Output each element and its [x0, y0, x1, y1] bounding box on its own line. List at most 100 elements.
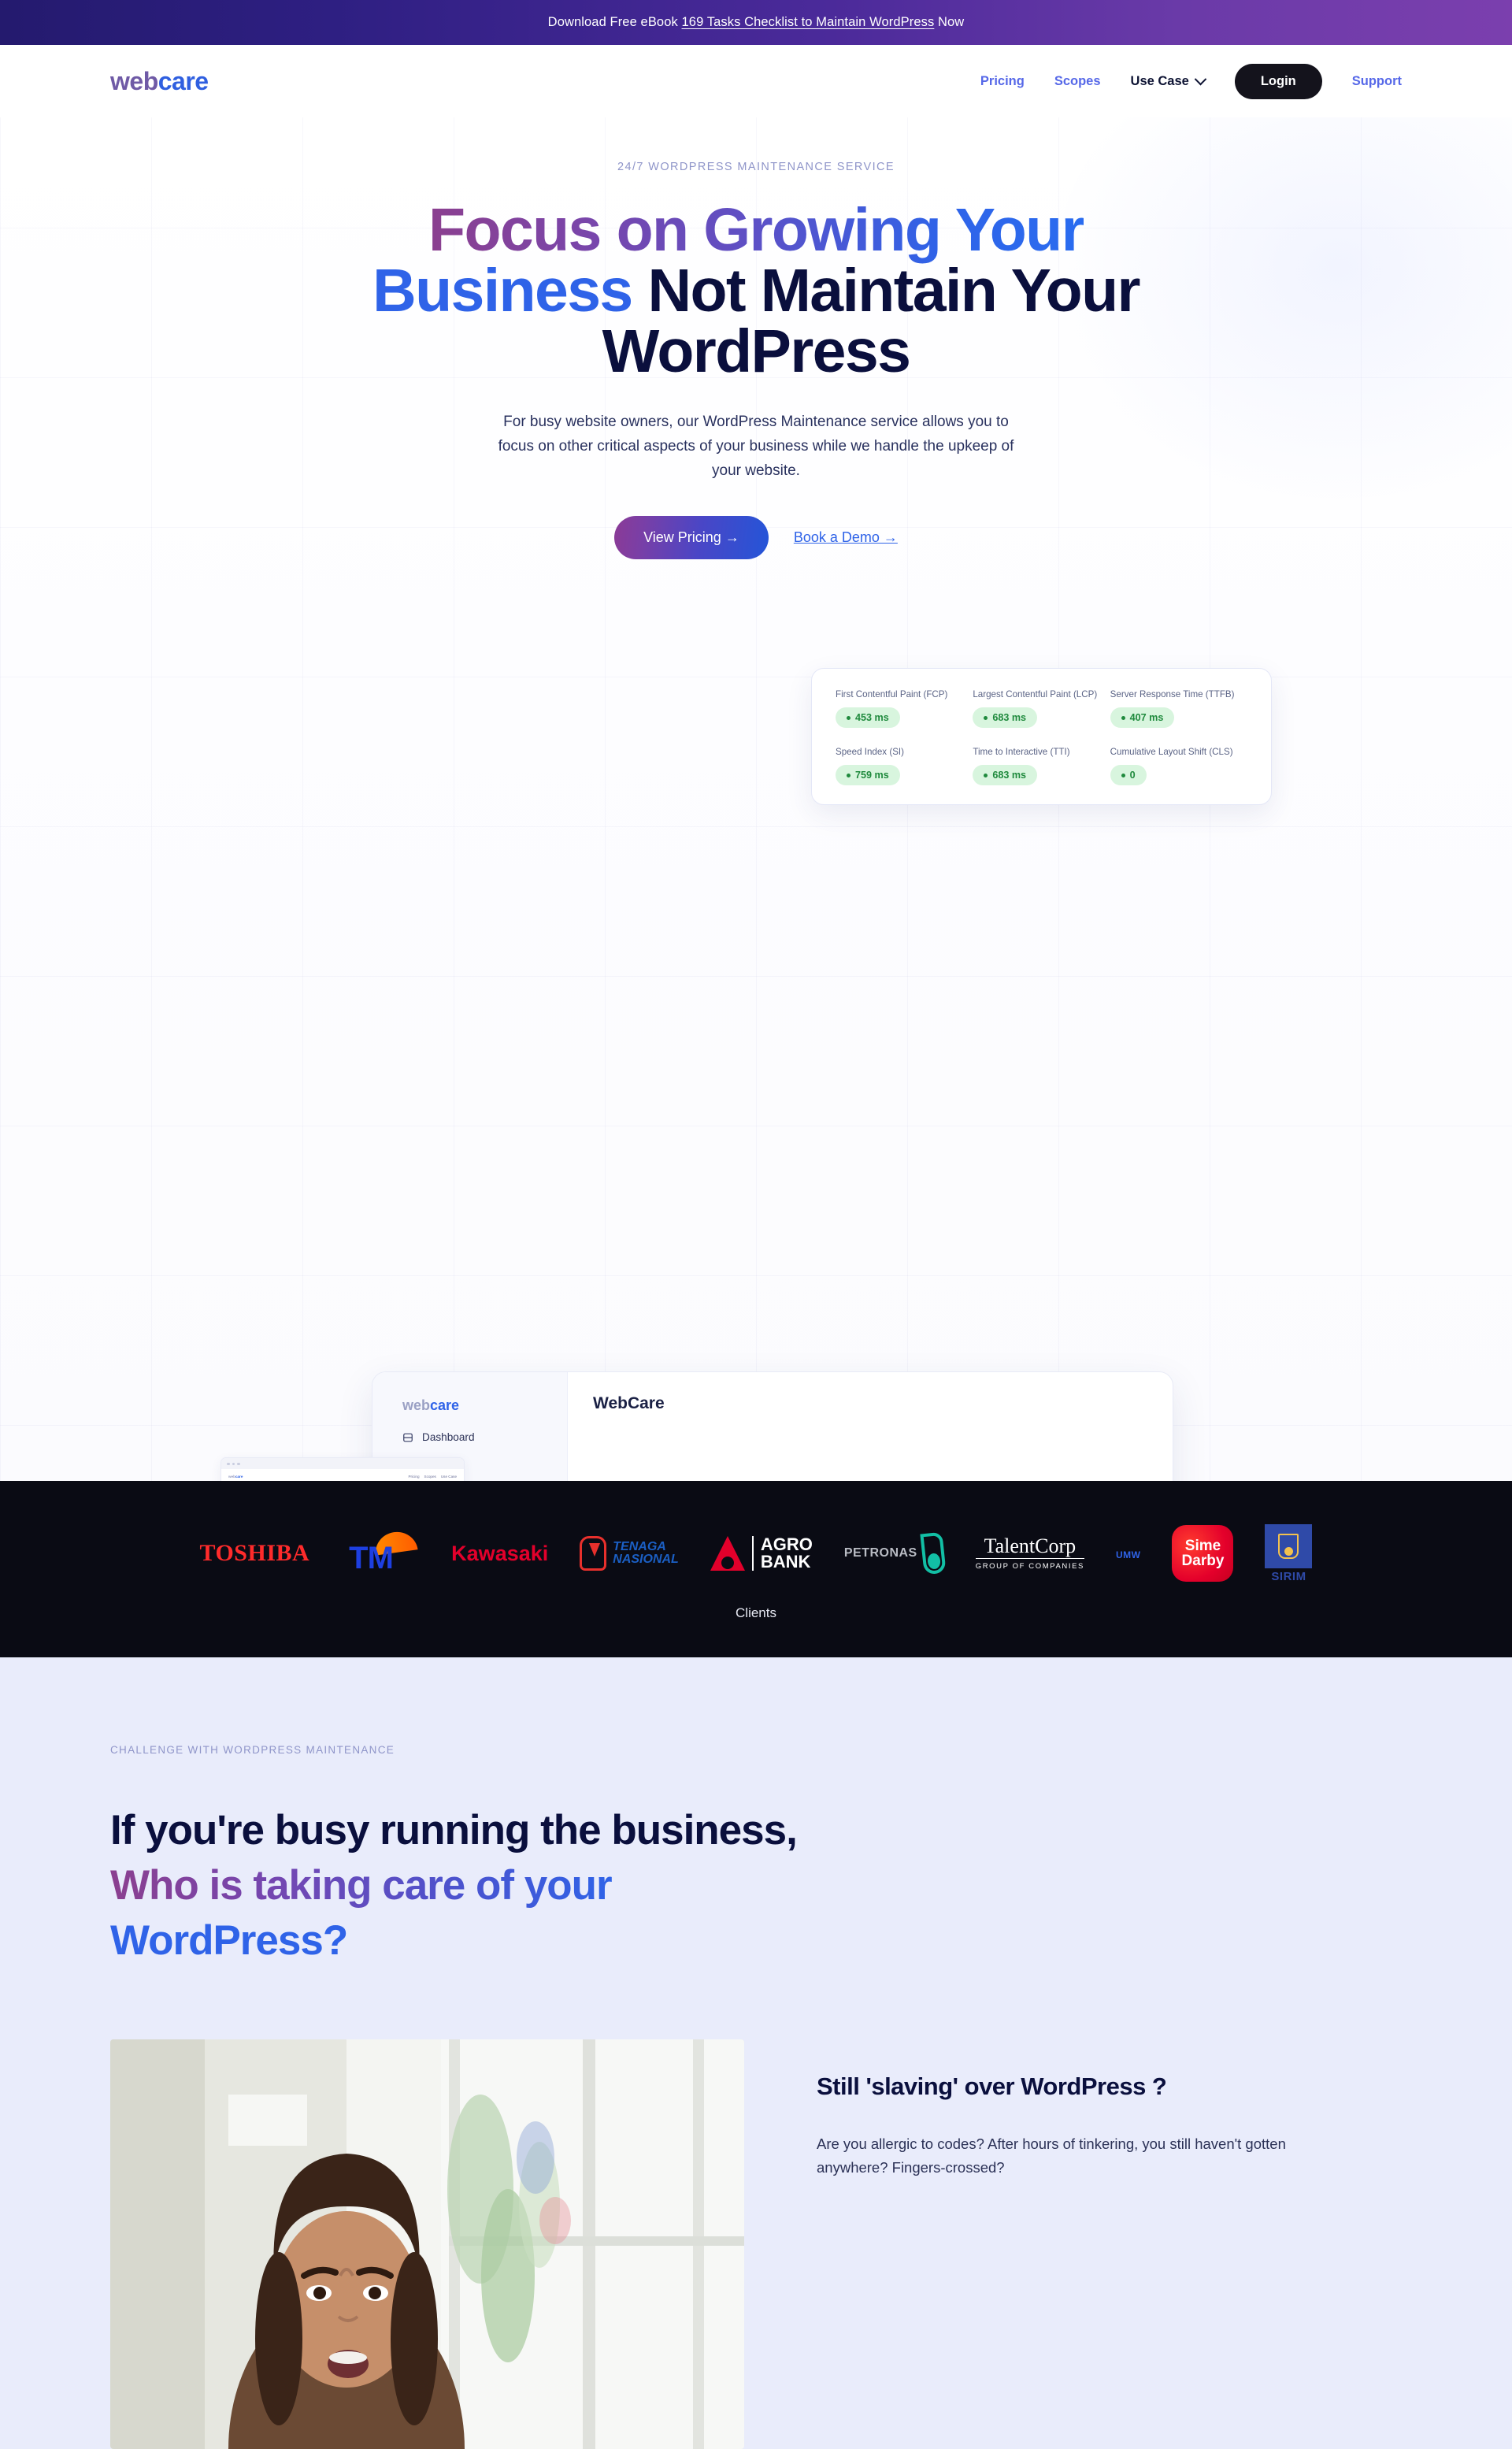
metric-value-pill: 407 ms — [1110, 707, 1175, 729]
client-logo-petronas: PETRONAS — [843, 1525, 947, 1582]
navbar-links: Pricing Scopes Use Case Login Support — [980, 63, 1402, 99]
webcare-app-window: webcare Dashboard Tasks Support Tickets — [372, 1371, 1173, 1482]
preview-titlebar — [221, 1458, 464, 1470]
client-logo-sime-darby: Sime Darby — [1172, 1525, 1234, 1583]
petronas-wordmark: PETRONAS — [843, 1546, 917, 1560]
preview-nav-item: Use Case — [440, 1475, 457, 1479]
photo-illustration — [110, 2039, 744, 2449]
challenge-section: CHALLENGE WITH WORDPRESS MAINTENANCE If … — [0, 1657, 1512, 2449]
status-dot-icon — [1121, 715, 1125, 720]
status-dot-icon — [847, 773, 850, 777]
preview-logo-web: web — [228, 1475, 235, 1479]
hero-subtitle: For busy website owners, our WordPress M… — [498, 414, 1014, 479]
status-dot-icon — [847, 715, 850, 720]
darby-line2: Darby — [1181, 1553, 1225, 1570]
metric-value-pill: 759 ms — [836, 765, 900, 786]
client-logo-tenaga-nasional: TENAGA NASIONAL — [580, 1525, 679, 1582]
tenaga-line2: NASIONAL — [613, 1553, 679, 1567]
login-button[interactable]: Login — [1234, 63, 1322, 99]
metric-item: Server Response Time (TTFB) 407 ms — [1110, 689, 1247, 729]
challenge-title: If you're busy running the business, Who… — [110, 1803, 1402, 1968]
challenge-paragraph: Are you allergic to codes? After hours o… — [817, 2135, 1286, 2176]
nav-item-scopes[interactable]: Scopes — [1054, 74, 1101, 89]
announcement-prefix: Download Free eBook — [547, 15, 682, 29]
metric-label: Largest Contentful Paint (LCP) — [973, 689, 1098, 700]
metric-value: 407 ms — [1129, 712, 1164, 724]
client-logo-agro-bank: AGRO BANK — [710, 1525, 813, 1582]
preview-navbar: webcare Pricing Scopes Use Case — [228, 1475, 457, 1479]
status-dot-icon — [984, 715, 988, 720]
window-dot-icon — [237, 1462, 240, 1466]
announcement-suffix: Now — [934, 15, 965, 29]
metrics-grid: First Contentful Paint (FCP) 453 ms Larg… — [836, 689, 1247, 786]
talentcorp-wordmark: TalentCorp — [975, 1536, 1084, 1560]
umw-wordmark: UMW — [1115, 1549, 1141, 1560]
challenge-eyebrow: CHALLENGE WITH WORDPRESS MAINTENANCE — [110, 1744, 395, 1757]
landing-page: Download Free eBook 169 Tasks Checklist … — [0, 0, 1512, 2449]
nav-item-support[interactable]: Support — [1352, 74, 1402, 89]
hero-eyebrow: 24/7 WORDPRESS MAINTENANCE SERVICE — [617, 161, 895, 173]
agro-line2: BANK — [760, 1552, 811, 1572]
metric-value: 759 ms — [855, 770, 889, 781]
talentcorp-tagline: GROUP OF COMPANIES — [975, 1562, 1084, 1571]
frustrated-woman-photo — [110, 2039, 744, 2449]
hero-title-line2-blue: Business — [372, 257, 633, 325]
challenge-header: CHALLENGE WITH WORDPRESS MAINTENANCE If … — [0, 1744, 1512, 1968]
hero-cta-row: View Pricing → Book a Demo → — [0, 516, 1512, 560]
dashboard-icon — [402, 1432, 413, 1443]
metric-item: Largest Contentful Paint (LCP) 683 ms — [973, 689, 1110, 729]
app-sidebar-logo: webcare — [402, 1397, 567, 1414]
challenge-text-column: Still 'slaving' over WordPress ? Are you… — [817, 2039, 1360, 2449]
status-dot-icon — [1121, 773, 1125, 777]
metric-value-pill: 683 ms — [973, 765, 1038, 786]
client-logo-talentcorp: TalentCorp GROUP OF COMPANIES — [975, 1525, 1084, 1582]
app-logo-web: web — [402, 1397, 431, 1414]
challenge-title-line3: WordPress? — [110, 1917, 348, 1965]
main-navbar: webcare Pricing Scopes Use Case Login Su… — [0, 45, 1512, 117]
nav-item-use-case-label: Use Case — [1130, 73, 1189, 88]
announcement-bar: Download Free eBook 169 Tasks Checklist … — [0, 0, 1512, 45]
hero-title: Focus on Growing Your Business Not Maint… — [0, 200, 1512, 382]
preview-nav-item: Pricing — [408, 1475, 420, 1479]
view-pricing-button[interactable]: View Pricing → — [614, 516, 769, 560]
clients-label: Clients — [736, 1605, 776, 1621]
nav-item-use-case[interactable]: Use Case — [1130, 72, 1207, 89]
preview-logo-care: care — [235, 1475, 243, 1479]
book-demo-link[interactable]: Book a Demo → — [794, 529, 898, 546]
metric-value: 0 — [1129, 770, 1136, 781]
challenge-title-line2: Who is taking care of your — [110, 1862, 613, 1909]
sirim-wordmark: SIRIM — [1271, 1569, 1306, 1583]
preview-body: webcare Pricing Scopes Use Case 24/7 WOR… — [221, 1469, 464, 1481]
window-dot-icon — [227, 1462, 230, 1466]
site-logo[interactable]: webcare — [110, 67, 209, 96]
logo-care-text: care — [158, 66, 209, 95]
metric-label: Time to Interactive (TTI) — [973, 747, 1070, 758]
hero-title-line3: WordPress — [602, 317, 911, 385]
hero-title-line2-dark: Not Maintain Your — [632, 257, 1140, 325]
lightbulb-icon — [580, 1536, 607, 1571]
client-logo-umw: UMW — [1116, 1525, 1141, 1582]
metric-label: Cumulative Layout Shift (CLS) — [1110, 747, 1233, 758]
client-logo-tm: TM — [341, 1525, 420, 1582]
client-logo-row: TOSHIBA TM Kawasaki TENAGA NASIONAL AGRO B… — [0, 1523, 1512, 1583]
hero-section: 24/7 WORDPRESS MAINTENANCE SERVICE Focus… — [0, 117, 1512, 1482]
hero-content: 24/7 WORDPRESS MAINTENANCE SERVICE Focus… — [0, 161, 1512, 560]
nav-item-pricing[interactable]: Pricing — [980, 74, 1025, 89]
metric-value-pill: 683 ms — [973, 707, 1038, 729]
metric-label: Speed Index (SI) — [836, 747, 905, 758]
preview-logo: webcare — [228, 1475, 243, 1479]
clients-section: TOSHIBA TM Kawasaki TENAGA NASIONAL AGRO B… — [0, 1481, 1512, 1658]
metric-value-pill: 0 — [1110, 765, 1147, 786]
metric-item: Time to Interactive (TTI) 683 ms — [973, 747, 1110, 786]
sidebar-label: Dashboard — [422, 1431, 475, 1444]
metric-label: First Contentful Paint (FCP) — [836, 689, 948, 700]
window-dot-icon — [232, 1462, 235, 1466]
announcement-link[interactable]: 169 Tasks Checklist to Maintain WordPres… — [682, 15, 935, 30]
sidebar-item-dashboard[interactable]: Dashboard — [402, 1431, 567, 1443]
chevron-down-icon — [1194, 72, 1207, 85]
status-dot-icon — [984, 773, 988, 777]
preview-nav-links: Pricing Scopes Use Case — [408, 1475, 457, 1479]
preview-nav-item: Scopes — [424, 1475, 436, 1479]
agro-arch-icon — [710, 1536, 745, 1571]
dashboard-collage: First Contentful Paint (FCP) 453 ms Larg… — [0, 567, 1512, 1482]
